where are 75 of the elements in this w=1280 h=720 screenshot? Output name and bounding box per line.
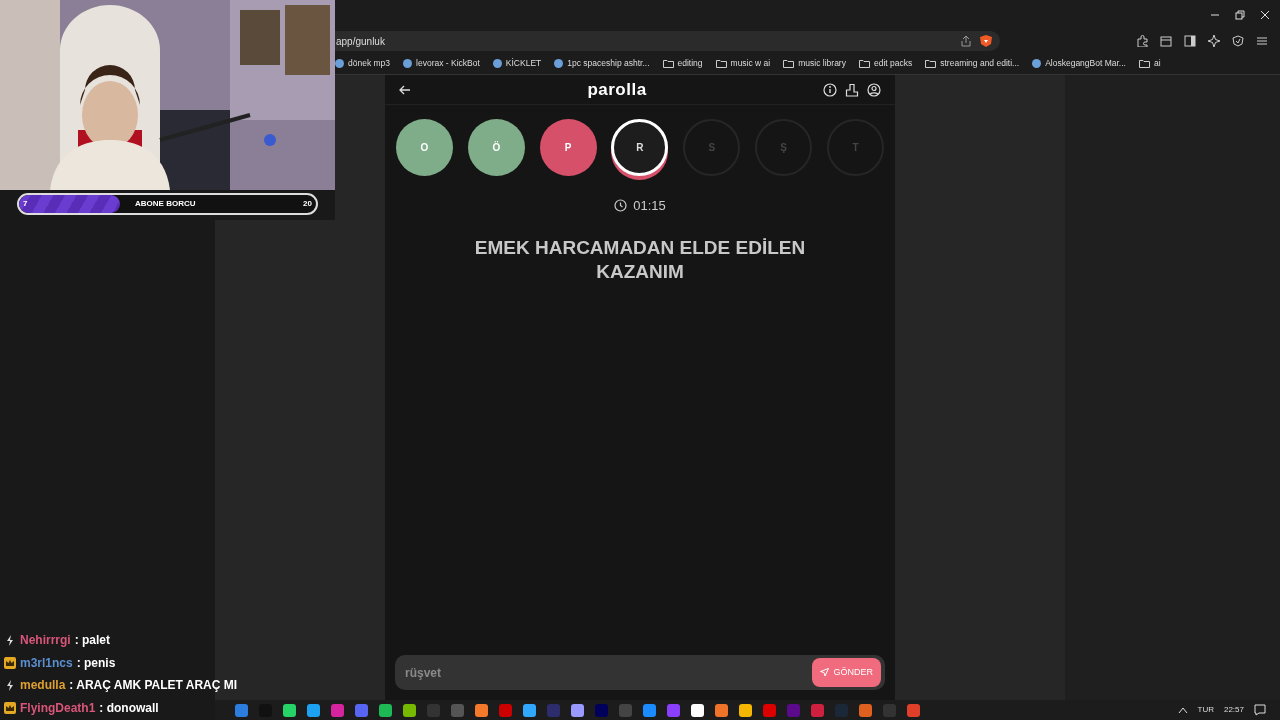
taskbar-app-icon[interactable] <box>571 703 584 717</box>
sidebar-icon[interactable] <box>1184 35 1196 47</box>
clock[interactable]: 22:57 <box>1223 704 1244 716</box>
chevron-up-icon[interactable] <box>1177 706 1188 714</box>
taskbar-app-icon[interactable] <box>739 703 752 717</box>
folder-icon <box>858 58 870 68</box>
goal-label: ABONE BORCU <box>135 198 196 210</box>
site-icon <box>335 58 344 68</box>
taskbar-app-icon[interactable] <box>403 703 416 717</box>
folder-icon <box>1138 58 1150 68</box>
goal-current: 7 <box>23 198 28 210</box>
bookmark[interactable]: streaming and editi... <box>925 56 1020 70</box>
chat-username: Nehirrrgi <box>20 632 71 650</box>
share-icon[interactable] <box>960 35 972 47</box>
close-icon[interactable] <box>1260 10 1270 20</box>
address-bar[interactable]: app/gunluk <box>335 31 1000 51</box>
bookmark[interactable]: 1pc spaceship ashtr... <box>554 56 650 70</box>
bookmark[interactable]: music library <box>783 56 846 70</box>
question-text: EMEK HARCAMADAN ELDE EDİLEN KAZANIM <box>473 235 807 285</box>
chat-message: : penis <box>76 654 116 672</box>
chat-message: : ARAÇ AMK PALET ARAÇ MI <box>69 677 238 695</box>
back-arrow-icon[interactable] <box>399 83 411 96</box>
chat-message: : palet <box>74 632 111 650</box>
folder-icon <box>783 58 795 68</box>
folder-icon <box>925 58 937 68</box>
chat-username: FlyingDeath1 <box>20 699 96 717</box>
folder-icon <box>662 58 674 68</box>
bookmark[interactable]: dönek mp3 <box>335 56 391 70</box>
bolt-icon <box>4 679 16 692</box>
taskbar-app-icon[interactable] <box>307 703 320 717</box>
sparkle-icon[interactable] <box>1208 35 1220 47</box>
letter-circle: P <box>539 119 597 176</box>
chat-message: : donowall <box>99 699 159 717</box>
site-icon <box>554 58 564 68</box>
shield-icon[interactable] <box>980 35 992 47</box>
folder-icon <box>715 58 727 68</box>
language-indicator[interactable]: TUR <box>1197 704 1214 716</box>
bar-chart-icon[interactable] <box>845 82 859 97</box>
bolt-icon <box>4 634 16 647</box>
site-icon <box>403 58 413 68</box>
taskbar-app-icon[interactable] <box>283 703 296 717</box>
taskbar-app-icon[interactable] <box>691 703 704 717</box>
goal-target: 20 <box>303 198 312 210</box>
bookmark[interactable]: levorax - KickBot <box>403 56 480 70</box>
bookmark[interactable]: AloskegangBot Mar... <box>1032 56 1126 70</box>
puzzle-icon[interactable] <box>1136 35 1148 47</box>
taskbar-app-icon[interactable] <box>715 703 728 717</box>
restore-icon[interactable] <box>1235 10 1245 20</box>
shield-icon[interactable] <box>1232 35 1244 47</box>
taskbar-app-icon[interactable] <box>475 703 488 717</box>
letter-circle: O <box>396 119 453 176</box>
chat-username: m3rl1ncs <box>20 654 73 672</box>
info-icon[interactable] <box>823 82 837 97</box>
bookmark[interactable]: edit packs <box>858 56 913 70</box>
bookmark[interactable]: ai <box>1138 56 1161 70</box>
app-logo: parolla <box>586 78 648 101</box>
menu-icon[interactable] <box>1256 35 1268 47</box>
chat-username: medulla <box>20 677 66 695</box>
crown-icon <box>4 701 16 714</box>
timer: 01:15 <box>633 197 666 215</box>
site-icon <box>492 58 502 68</box>
site-icon <box>1032 58 1042 68</box>
answer-field[interactable]: rüşvet GÖNDER <box>395 655 885 690</box>
bookmark[interactable]: KİCKLET <box>492 56 542 70</box>
profile-icon[interactable] <box>867 82 881 97</box>
send-icon <box>820 668 830 677</box>
notification-icon[interactable] <box>1254 704 1266 716</box>
window-icon[interactable] <box>1160 35 1172 47</box>
bookmark[interactable]: music w ai <box>715 56 771 70</box>
taskbar-app-icon[interactable] <box>523 703 536 717</box>
crown-icon <box>4 656 16 669</box>
letter-circle: Ö <box>467 119 525 176</box>
bookmark[interactable]: editing <box>662 56 703 70</box>
taskbar-app-icon[interactable] <box>379 703 392 717</box>
clock-icon <box>614 199 628 213</box>
